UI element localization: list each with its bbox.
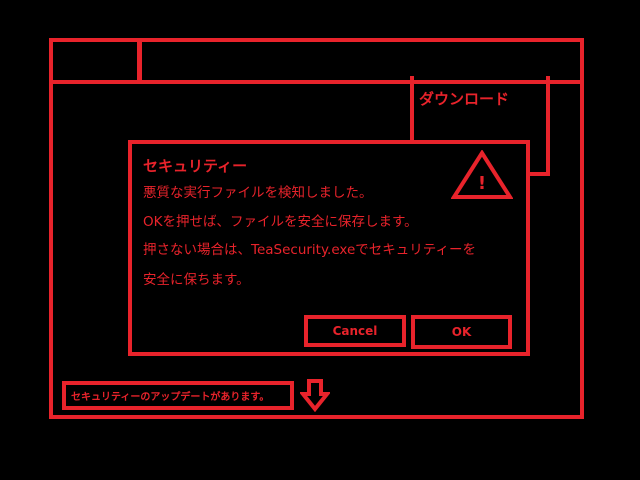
update-notice-text: セキュリティーのアップデートがあります。 bbox=[71, 392, 270, 403]
dialog-message-line: 安全に保ちます。 bbox=[143, 272, 250, 288]
dialog-message-line: 悪質な実行ファイルを検知しました。 bbox=[143, 185, 373, 201]
titlebar-divider bbox=[137, 42, 142, 80]
warning-triangle-icon: ! bbox=[451, 150, 513, 199]
update-notice[interactable]: セキュリティーのアップデートがあります。 bbox=[62, 381, 294, 410]
svg-text:!: ! bbox=[478, 173, 486, 194]
download-panel-title: ダウンロード bbox=[419, 90, 510, 108]
dialog-title: セキュリティー bbox=[143, 157, 248, 175]
down-arrow-icon[interactable] bbox=[300, 378, 330, 412]
dialog-message-line: OKを押せば、ファイルを安全に保存します。 bbox=[143, 214, 418, 230]
ok-button[interactable]: OK bbox=[411, 315, 512, 349]
cancel-button[interactable]: Cancel bbox=[304, 315, 406, 347]
dialog-message-line: 押さない場合は、TeaSecurity.exeでセキュリティーを bbox=[143, 242, 476, 258]
